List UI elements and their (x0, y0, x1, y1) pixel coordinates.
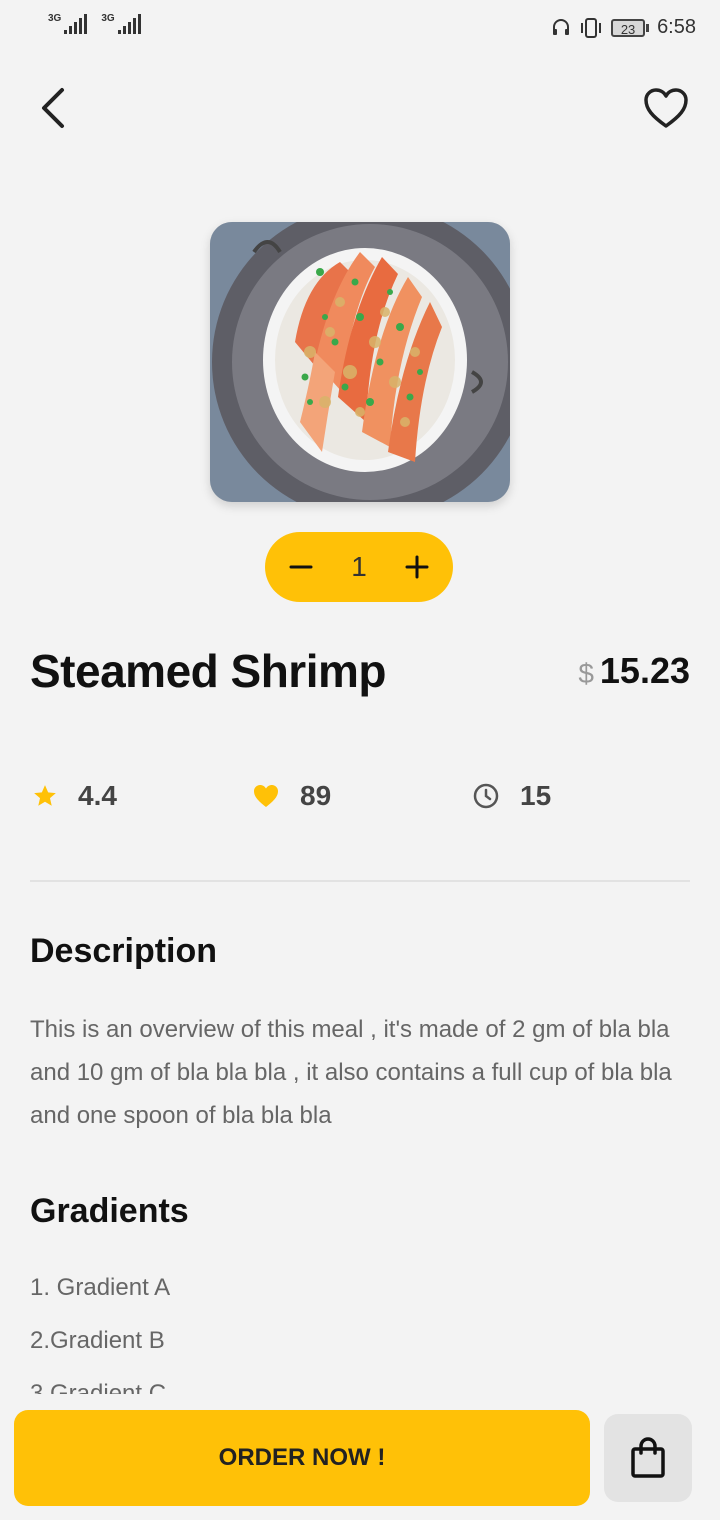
status-bar-right: 23 6:58 (551, 16, 696, 39)
headphones-icon (553, 18, 570, 35)
list-item: 3.Gradient C (30, 1380, 167, 1394)
time-stat: 15 (472, 780, 551, 812)
battery-icon: 23 (611, 18, 650, 37)
favorite-button[interactable] (642, 86, 690, 130)
signal-strength-icon: 3G (48, 14, 88, 34)
minus-icon (289, 565, 313, 569)
meal-title: Steamed Shrimp (30, 645, 387, 697)
increase-quantity-button[interactable] (397, 547, 437, 587)
plus-icon (405, 555, 429, 579)
description-heading: Description (30, 932, 218, 970)
decrease-quantity-button[interactable] (281, 547, 321, 587)
list-item: 1. Gradient A (30, 1274, 171, 1301)
currency-symbol: $ (578, 658, 594, 689)
quantity-stepper: 1 (265, 532, 453, 602)
clock-icon (473, 783, 499, 809)
meal-price: $ 15.23 (578, 650, 690, 692)
heart-icon (254, 785, 278, 807)
cart-button[interactable] (604, 1414, 692, 1502)
time-value: 15 (520, 780, 552, 811)
signal-strength-icon: 3G (101, 14, 141, 34)
vibrate-icon (581, 17, 602, 38)
price-value: 15.23 (599, 650, 690, 691)
heart-outline-icon (644, 88, 688, 128)
clock: 6:58 (657, 16, 696, 38)
status-bar-signals: 3G 3G (48, 14, 141, 34)
order-now-button[interactable]: ORDER NOW ! (14, 1410, 590, 1506)
chevron-left-icon (42, 88, 64, 128)
gradients-list: 1. Gradient A 2.Gradient B 3.Gradient C (30, 1266, 690, 1394)
meal-image (210, 222, 510, 502)
star-icon (34, 785, 56, 806)
rating-stat: 4.4 (32, 780, 117, 812)
rating-value: 4.4 (78, 780, 117, 811)
likes-stat: 89 (252, 780, 331, 812)
description-text: This is an overview of this meal , it's … (30, 1016, 672, 1129)
shopping-bag-icon (631, 1437, 665, 1478)
back-button[interactable] (34, 84, 78, 132)
quantity-value: 1 (351, 551, 367, 582)
likes-value: 89 (300, 780, 332, 811)
divider (30, 880, 690, 882)
gradients-heading: Gradients (30, 1192, 189, 1230)
list-item: 2.Gradient B (30, 1327, 165, 1354)
